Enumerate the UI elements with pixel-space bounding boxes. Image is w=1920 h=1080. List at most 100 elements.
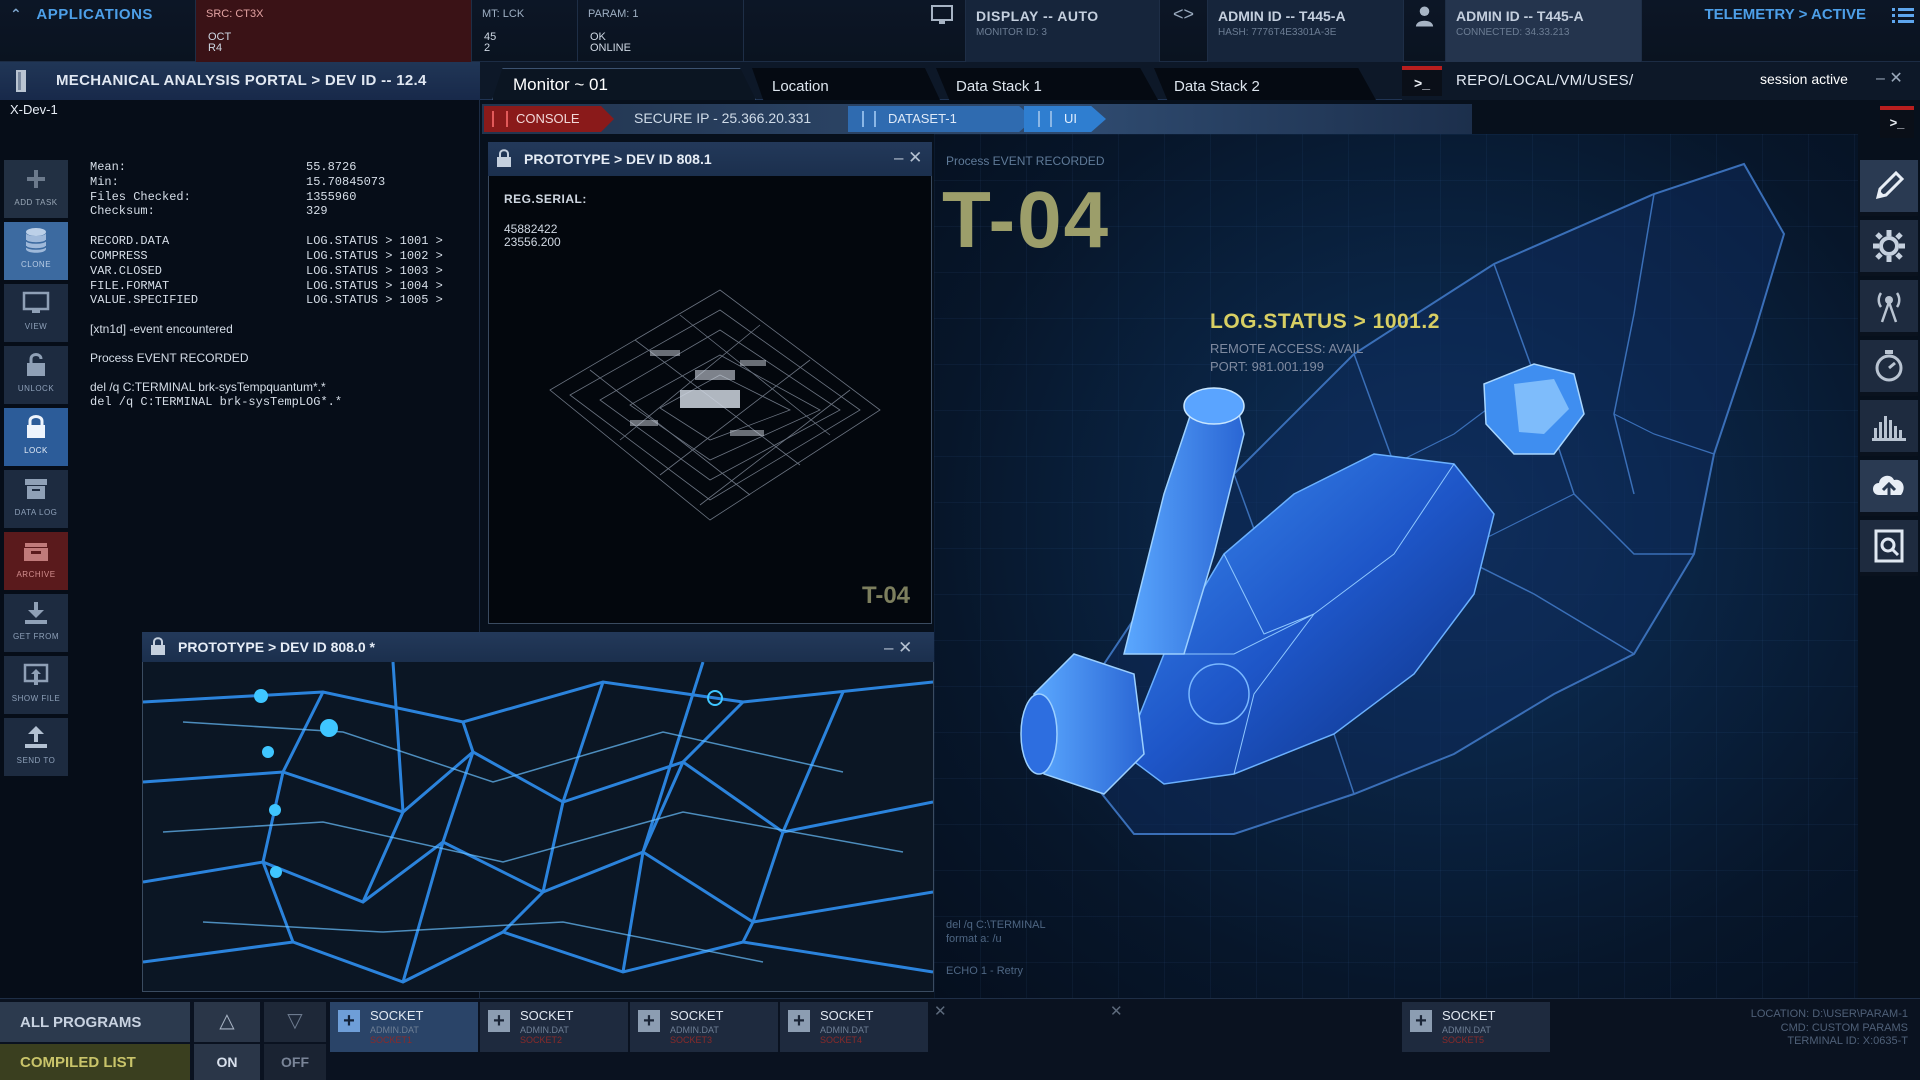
socket-item[interactable]: + SOCKET ADMIN.DAT SOCKET1 <box>330 1002 478 1052</box>
close-icon[interactable]: ✕ <box>934 1002 947 1020</box>
ui-tab[interactable]: UI <box>1024 106 1106 132</box>
database-icon <box>4 222 68 260</box>
window-title: PROTOTYPE > DEV ID 808.1 <box>524 151 712 167</box>
admin2-label: ADMIN ID -- T445-A <box>1456 8 1584 24</box>
window-title-bar[interactable]: PROTOTYPE > DEV ID 808.1 <box>488 142 932 176</box>
tab-data-stack-2[interactable]: Data Stack 2 <box>1154 68 1376 100</box>
compiled-list-button[interactable]: COMPILED LIST <box>0 1044 190 1080</box>
timer-icon[interactable] <box>1860 340 1918 396</box>
circuit-render <box>143 662 933 991</box>
bars-icon <box>862 111 876 127</box>
telemetry-status[interactable]: TELEMETRY > ACTIVE <box>1642 0 1920 62</box>
show-file-button[interactable]: SHOW FILE <box>4 656 68 714</box>
socket-name: SOCKET <box>370 1008 424 1023</box>
send-to-label: SEND TO <box>16 756 56 765</box>
socket-id: SOCKET3 <box>670 1035 713 1045</box>
session-window-controls[interactable]: – ✕ <box>1876 68 1903 88</box>
pencil-icon[interactable] <box>1860 160 1918 216</box>
window-controls[interactable]: – ✕ <box>884 638 912 658</box>
socket-item[interactable]: + SOCKET ADMIN.DAT SOCKET3 <box>630 1002 778 1052</box>
window-controls[interactable]: – ✕ <box>894 148 922 168</box>
stat-key: Files Checked: <box>90 189 191 204</box>
repo-path: REPO/LOCAL/VM/USES/ <box>1456 72 1634 89</box>
scroll-down-button[interactable]: ▽ <box>264 1002 326 1042</box>
cmd-line-2: format a: /u <box>946 933 1002 945</box>
mt-label: MT: LCK <box>482 8 525 20</box>
param-status-cell: PARAM: 1 OK ONLINE <box>578 0 744 62</box>
applications-menu[interactable]: ⌃ APPLICATIONS <box>0 0 196 62</box>
view-button[interactable]: VIEW <box>4 284 68 342</box>
chart-icon[interactable] <box>1860 400 1918 456</box>
lock-label: LOCK <box>24 446 48 455</box>
scroll-up-button[interactable]: △ <box>194 1002 260 1042</box>
param-sub2: ONLINE <box>590 42 631 54</box>
part-id-label: T-04 <box>942 175 1111 264</box>
record-row: VAR.CLOSED LOG.STATUS > 1003 > <box>90 264 443 279</box>
user-icon[interactable] <box>1404 0 1446 62</box>
lock-icon <box>496 148 512 173</box>
clone-button[interactable]: CLONE <box>4 222 68 280</box>
tab-monitor-label: Monitor ~ 01 <box>513 75 608 94</box>
applications-label: APPLICATIONS <box>36 6 153 23</box>
record-value: LOG.STATUS > 1003 > <box>306 263 443 278</box>
list-menu-icon[interactable] <box>1892 6 1914 31</box>
location-path: LOCATION: D:\USER\PARAM-1 <box>1750 1008 1908 1020</box>
upload-icon <box>4 718 68 756</box>
stat-value: 15.70845073 <box>306 174 386 189</box>
socket-item[interactable]: + SOCKET ADMIN.DAT SOCKET2 <box>480 1002 628 1052</box>
on-toggle-button[interactable]: ON <box>194 1044 260 1080</box>
tab-data-stack-1[interactable]: Data Stack 1 <box>936 68 1158 100</box>
display-mode-cell[interactable]: DISPLAY -- AUTO MONITOR ID: 3 <box>966 0 1160 62</box>
window-part-label: T-04 <box>862 582 911 609</box>
admin1-label: ADMIN ID -- T445-A <box>1218 8 1346 24</box>
close-icon[interactable]: ✕ <box>1110 1002 1123 1020</box>
stat-value: 329 <box>306 204 328 219</box>
data-log-button[interactable]: DATA LOG <box>4 470 68 528</box>
antenna-icon[interactable] <box>1860 280 1918 336</box>
socket-item[interactable]: + SOCKET ADMIN.DAT SOCKET5 <box>1402 1002 1550 1052</box>
monitor-icon[interactable] <box>918 0 966 62</box>
get-from-button[interactable]: GET FROM <box>4 594 68 652</box>
socket-sub: ADMIN.DAT <box>1442 1025 1491 1035</box>
socket-sub: ADMIN.DAT <box>520 1025 569 1035</box>
all-programs-button[interactable]: ALL PROGRAMS <box>0 1002 190 1042</box>
off-toggle-button[interactable]: OFF <box>264 1044 326 1080</box>
stat-value: 1355960 <box>306 189 357 204</box>
unlock-button[interactable]: UNLOCK <box>4 346 68 404</box>
window-title-bar[interactable]: PROTOTYPE > DEV ID 808.0 * <box>142 632 934 662</box>
dataset-tab[interactable]: DATASET-1 <box>848 106 1034 132</box>
lock-icon <box>4 408 68 446</box>
archive-button[interactable]: ARCHIVE <box>4 532 68 590</box>
search-file-icon[interactable] <box>1860 520 1918 576</box>
admin-hash-cell[interactable]: ADMIN ID -- T445-A HASH: 7776T4E3301A-3E <box>1208 0 1404 62</box>
socket-sub: ADMIN.DAT <box>370 1025 419 1035</box>
plus-icon: + <box>1410 1010 1432 1032</box>
admin-connected-cell[interactable]: ADMIN ID -- T445-A CONNECTED: 34.33.213 <box>1446 0 1642 62</box>
socket-name: SOCKET <box>670 1008 724 1023</box>
secure-ip: SECURE IP - 25.366.20.331 <box>634 110 812 126</box>
gear-icon[interactable] <box>1860 220 1918 276</box>
send-to-button[interactable]: SEND TO <box>4 718 68 776</box>
plus-icon: + <box>638 1010 660 1032</box>
socket-item[interactable]: + SOCKET ADMIN.DAT SOCKET4 <box>780 1002 928 1052</box>
stat-key: Checksum: <box>90 204 155 219</box>
show-file-label: SHOW FILE <box>11 694 61 703</box>
src-sub2: R4 <box>208 42 223 54</box>
terminal-id: TERMINAL ID: X:0635-T <box>1787 1035 1908 1047</box>
socket-id: SOCKET4 <box>820 1035 863 1045</box>
terminal-prompt-button[interactable]: >_ <box>1880 106 1914 138</box>
code-brackets-icon[interactable]: <> <box>1160 0 1208 62</box>
cloud-upload-icon[interactable] <box>1860 460 1918 516</box>
archive-icon <box>4 532 68 570</box>
tab-location[interactable]: Location <box>752 68 940 100</box>
telemetry-label: TELEMETRY > ACTIVE <box>1704 6 1866 23</box>
tab-monitor[interactable]: Monitor ~ 01 <box>492 68 756 100</box>
lock-button[interactable]: LOCK <box>4 408 68 466</box>
console-tab[interactable]: CONSOLE <box>484 106 614 132</box>
add-task-button[interactable]: ADD TASK <box>4 160 68 218</box>
archive-label: ARCHIVE <box>16 570 56 579</box>
terminal-prompt-button[interactable]: >_ <box>1402 66 1442 96</box>
stat-row: Checksum: 329 <box>90 204 443 219</box>
record-value: LOG.STATUS > 1002 > <box>306 248 443 263</box>
cmd-line-3: ECHO 1 - Retry <box>946 965 1024 977</box>
